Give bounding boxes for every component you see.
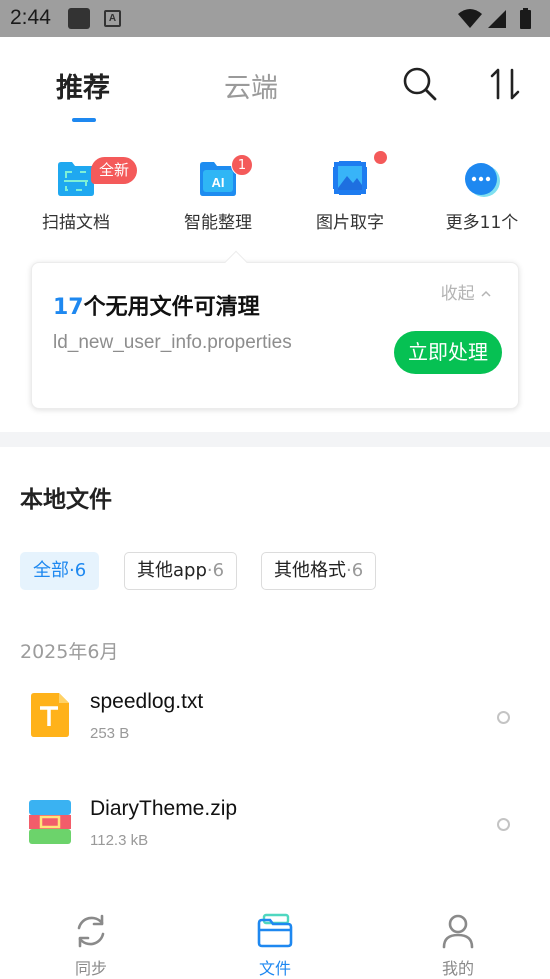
- tool-ai-organize[interactable]: AI 智能整理: [163, 152, 273, 236]
- sync-icon: [77, 914, 105, 948]
- chip-count: ·6: [206, 560, 225, 581]
- nav-label: 我的: [441, 959, 474, 978]
- battery-icon: [520, 10, 531, 29]
- system-status-icons: [458, 8, 531, 29]
- date-group-header: 2025年6月: [20, 641, 119, 663]
- section-divider: [0, 432, 550, 447]
- bottom-navigation: 同步 文件 我的: [0, 895, 550, 979]
- local-files-title: 本地文件: [20, 487, 112, 513]
- file-name: speedlog.txt: [90, 690, 204, 713]
- zip-file-icon: [29, 800, 71, 844]
- chip-label: 其他app: [137, 560, 207, 581]
- filter-chip-other-app[interactable]: 其他app·6: [124, 552, 238, 590]
- chip-label: 全部: [33, 560, 69, 581]
- a-box-icon: A: [104, 10, 121, 27]
- file-size: 253 B: [90, 725, 130, 742]
- chip-count: ·6: [69, 560, 87, 581]
- file-name: DiaryTheme.zip: [90, 797, 238, 820]
- chip-count: ·6: [346, 560, 364, 581]
- active-tab-indicator: [72, 118, 96, 122]
- tool-more[interactable]: 更多11个: [427, 152, 537, 236]
- cleanup-file-name: ld_new_user_info.properties: [53, 332, 292, 353]
- select-radio[interactable]: [497, 711, 510, 724]
- tool-label: 更多11个: [445, 213, 519, 233]
- nav-sync[interactable]: 同步: [31, 895, 151, 979]
- search-icon[interactable]: [402, 66, 438, 102]
- more-icon: [465, 163, 500, 197]
- tool-label: 图片取字: [316, 213, 384, 233]
- new-badge: 全新: [91, 157, 138, 184]
- tool-image-text[interactable]: 图片取字: [295, 152, 405, 236]
- nav-files[interactable]: 文件: [215, 895, 335, 979]
- folder-icon: [257, 913, 293, 948]
- collapse-button[interactable]: 收起: [441, 279, 492, 304]
- file-row[interactable]: DiaryTheme.zip 112.3 kB: [0, 779, 550, 869]
- cleanup-title: 17个无用文件可清理: [53, 289, 260, 321]
- sort-icon[interactable]: [488, 67, 522, 101]
- wifi-icon: [458, 9, 482, 28]
- file-size: 112.3 kB: [90, 832, 149, 849]
- collapse-label: 收起: [440, 284, 475, 304]
- select-radio[interactable]: [497, 818, 510, 831]
- status-time: 2:44: [10, 6, 51, 29]
- chevron-up-icon: [481, 290, 491, 297]
- cleanup-card: 17个无用文件可清理 ld_new_user_info.properties 收…: [31, 262, 519, 409]
- tab-cloud[interactable]: 云端: [224, 66, 278, 105]
- status-bar: 2:44 A: [0, 0, 550, 37]
- nav-profile[interactable]: 我的: [398, 895, 518, 979]
- signal-icon: [488, 10, 506, 28]
- tool-label: 智能整理: [184, 213, 252, 233]
- file-row[interactable]: speedlog.txt 253 B: [0, 672, 550, 762]
- cleanup-count: 17: [53, 295, 84, 320]
- stop-square-icon: [68, 8, 90, 29]
- tool-label: 扫描文档: [42, 213, 110, 233]
- nav-label: 同步: [74, 959, 107, 978]
- cleanup-title-text: 个无用文件可清理: [83, 295, 260, 320]
- notification-dot: [374, 151, 387, 164]
- tab-recommended[interactable]: 推荐: [56, 66, 110, 105]
- svg-text:AI: AI: [212, 175, 225, 190]
- profile-icon: [442, 914, 474, 949]
- image-text-icon: [332, 160, 368, 196]
- text-file-icon: [31, 693, 69, 737]
- nav-label: 文件: [258, 959, 291, 978]
- filter-chip-other-format[interactable]: 其他格式·6: [261, 552, 377, 590]
- chip-label: 其他格式: [274, 560, 346, 581]
- count-badge: 1: [231, 154, 253, 176]
- filter-chip-all[interactable]: 全部·6: [20, 552, 100, 590]
- process-now-button[interactable]: 立即处理: [394, 331, 502, 374]
- scan-document-icon: [58, 162, 94, 196]
